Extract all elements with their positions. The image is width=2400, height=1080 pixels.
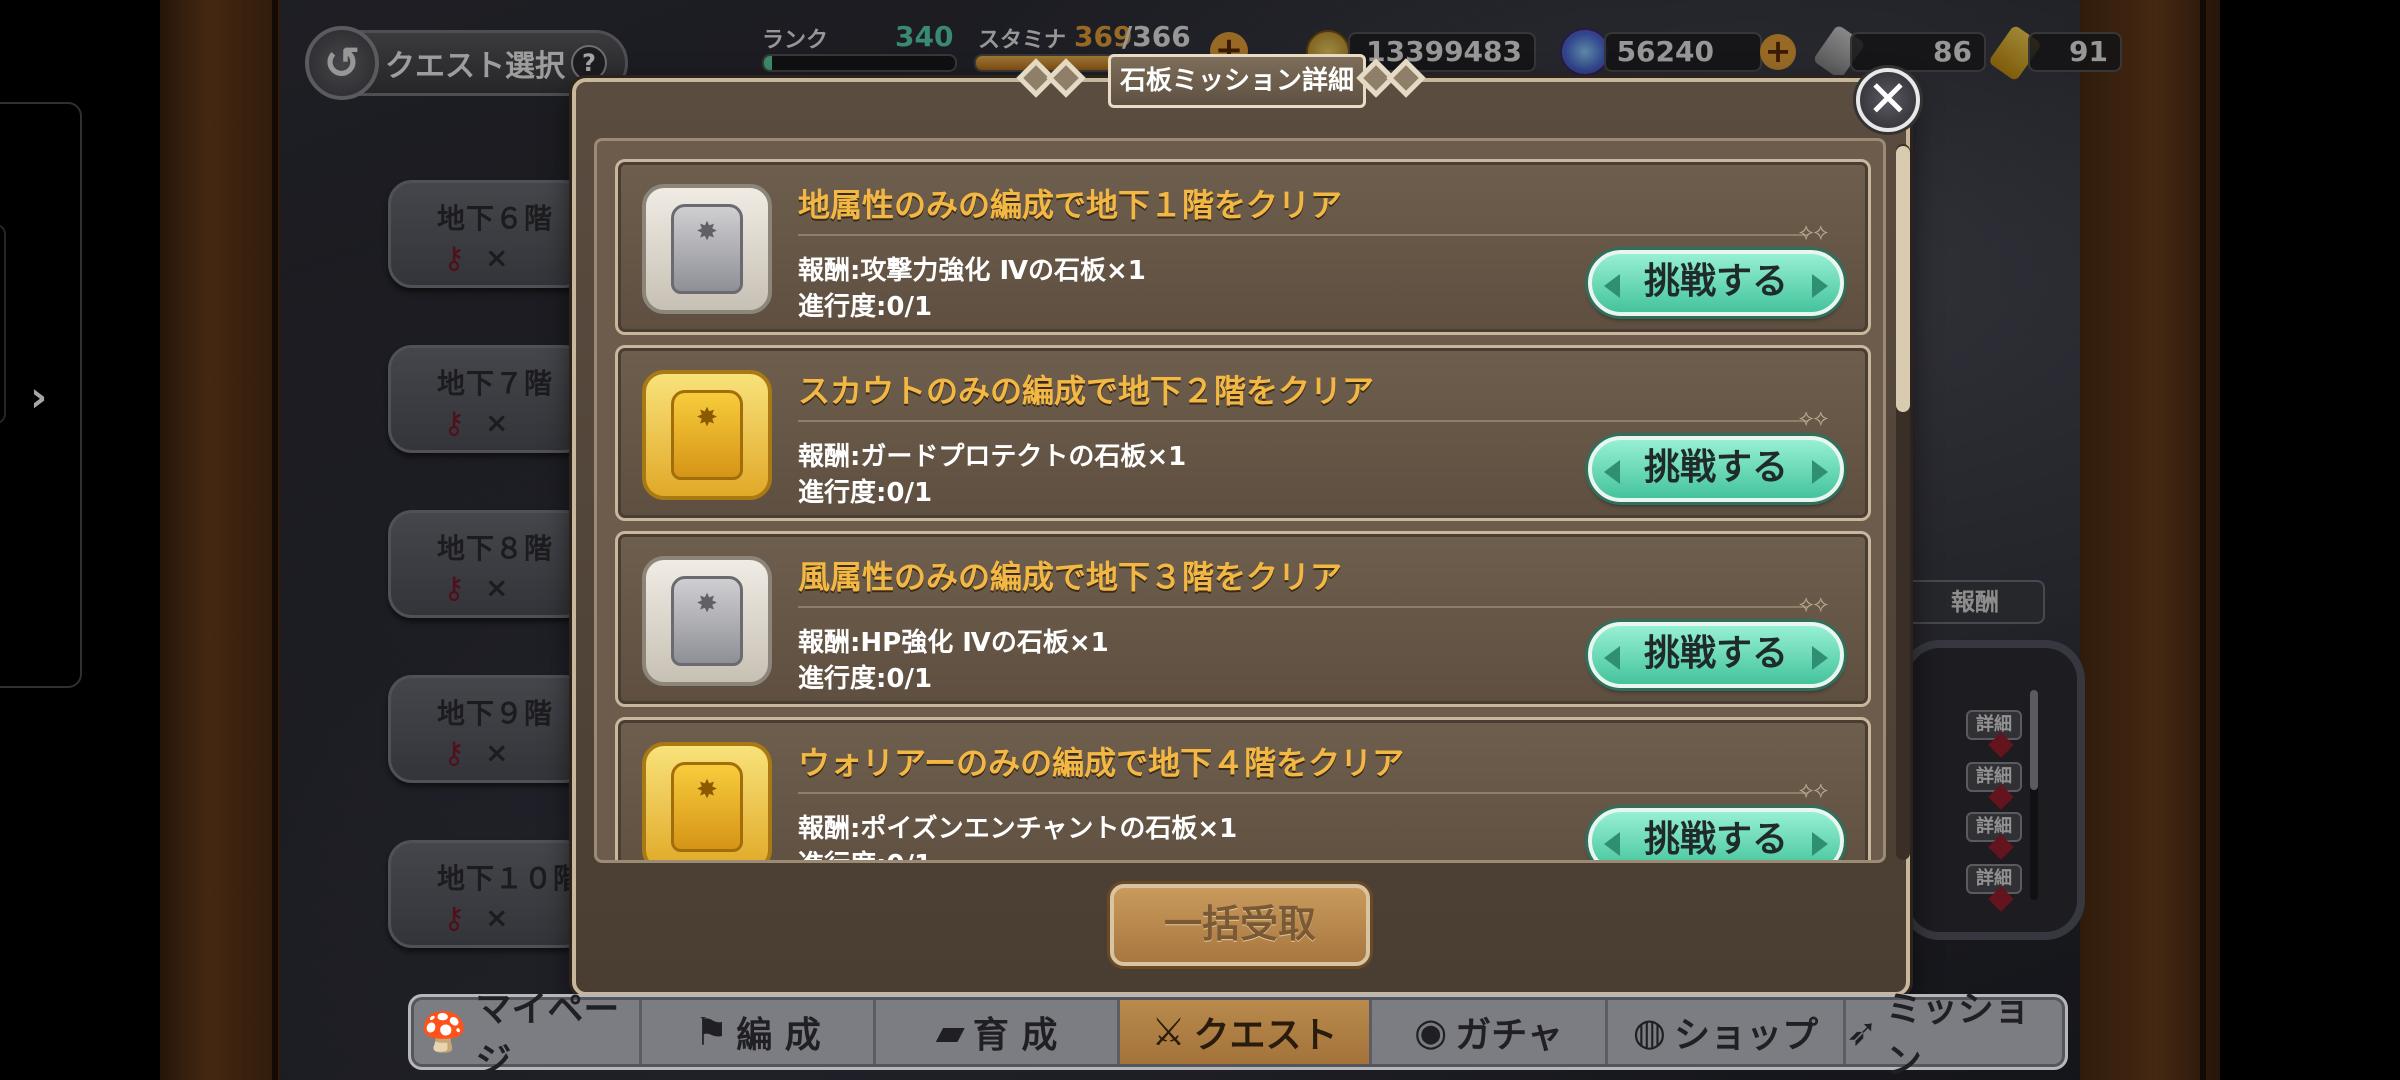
egg-icon: ◉ — [1414, 1010, 1448, 1054]
mission-list-scrollbar[interactable] — [1896, 144, 1910, 860]
nav-item-shop[interactable]: ◍ ショップ — [1608, 1000, 1846, 1064]
flag-icon: ⚑ — [694, 1010, 729, 1054]
challenge-button[interactable]: 挑戦する — [1588, 622, 1844, 688]
nav-item-quest[interactable]: ⚔ クエスト — [1120, 1000, 1372, 1064]
mission-progress: 進行度:0/1 — [798, 478, 933, 508]
title-ornament-left-icon — [1016, 58, 1112, 98]
mission-title: 風属性のみの編成で地下３階をクリア — [798, 558, 1343, 596]
mission-reward: 報酬:攻撃力強化 Ⅳの石板×1 — [798, 256, 1146, 286]
mission-reward: 報酬:ポイズンエンチャントの石板×1 — [798, 814, 1238, 844]
close-icon[interactable]: ✕ — [1856, 68, 1920, 132]
crossed-swords-icon: ⚔ — [1151, 1010, 1186, 1054]
mission-divider — [798, 792, 1808, 794]
slab-tablet: ✸ — [671, 390, 743, 480]
mission-title: 地属性のみの編成で地下１階をクリア — [798, 186, 1343, 224]
nav-item-label: ショップ — [1674, 1015, 1819, 1056]
nav-item-formation[interactable]: ⚑ 編 成 — [642, 1000, 876, 1064]
challenge-button[interactable]: 挑戦する — [1588, 808, 1844, 860]
mission-reward: 報酬:HP強化 Ⅳの石板×1 — [798, 628, 1109, 658]
mission-list[interactable]: ✸ 地属性のみの編成で地下１階をクリア ⟡⟡ 報酬:攻撃力強化 Ⅳの石板×1 進… — [594, 138, 1886, 863]
corner-ornament-icon: ⟡⟡ — [1798, 778, 1828, 803]
corner-ornament-icon: ⟡⟡ — [1798, 592, 1828, 617]
nav-item-label: 編 成 — [736, 1015, 821, 1056]
nav-item-mypage[interactable]: 🍄 マイページ — [420, 989, 642, 1080]
mushroom-icon: 🍄 — [420, 1009, 468, 1054]
mission-item: ✸ ウォリアーのみの編成で地下４階をクリア ⟡⟡ 報酬:ポイズンエンチャントの石… — [615, 717, 1871, 860]
mission-item: ✸ スカウトのみの編成で地下２階をクリア ⟡⟡ 報酬:ガードプロテクトの石板×1… — [615, 345, 1871, 521]
gold-slab-icon: ✸ — [642, 370, 772, 500]
challenge-button[interactable]: 挑戦する — [1588, 250, 1844, 316]
mission-list-scroll-thumb[interactable] — [1896, 146, 1910, 412]
nav-item-training[interactable]: ▰ 育 成 — [876, 1000, 1120, 1064]
mission-title: ウォリアーのみの編成で地下４階をクリア — [798, 744, 1405, 782]
challenge-button[interactable]: 挑戦する — [1588, 436, 1844, 502]
slab-star-icon: ✸ — [696, 589, 718, 619]
slab-tablet: ✸ — [671, 576, 743, 666]
bottom-navigation: 🍄 マイページ ⚑ 編 成 ▰ 育 成 ⚔ クエスト ◉ ガチャ ◍ ショップ … — [408, 989, 2068, 1080]
nav-item-label: ミッション — [1885, 989, 2030, 1080]
nav-item-mission[interactable]: ➶ ミッション — [1846, 989, 2056, 1080]
nav-item-label: クエスト — [1193, 1015, 1338, 1056]
nav-item-label: 育 成 — [972, 1015, 1058, 1056]
mission-divider — [798, 420, 1808, 422]
book-icon: ▰ — [935, 1010, 965, 1054]
mission-progress: 進行度:0/1 — [798, 664, 933, 694]
corner-ornament-icon: ⟡⟡ — [1798, 406, 1828, 431]
mission-progress: 進行度:0/1 — [798, 292, 933, 322]
collect-all-button[interactable]: 一括受取 — [1110, 884, 1370, 966]
slab-star-icon: ✸ — [696, 217, 718, 247]
mission-item: ✸ 風属性のみの編成で地下３階をクリア ⟡⟡ 報酬:HP強化 Ⅳの石板×1 進行… — [615, 531, 1871, 707]
slab-tablet: ✸ — [671, 762, 743, 852]
dialog-title-banner: 石板ミッション詳細 — [1016, 54, 1452, 110]
slab-star-icon: ✸ — [696, 775, 718, 805]
nav-item-label: マイページ — [475, 989, 620, 1080]
mission-progress: 進行度:0/1 — [798, 844, 932, 860]
mission-item: ✸ 地属性のみの編成で地下１階をクリア ⟡⟡ 報酬:攻撃力強化 Ⅳの石板×1 進… — [615, 159, 1871, 335]
corner-ornament-icon: ⟡⟡ — [1798, 220, 1828, 245]
bag-icon: ◍ — [1632, 1010, 1667, 1054]
nav-item-label: ガチャ — [1455, 1015, 1563, 1056]
nav-item-gacha[interactable]: ◉ ガチャ — [1372, 1000, 1608, 1064]
slab-star-icon: ✸ — [696, 403, 718, 433]
dialog-title: 石板ミッション詳細 — [1108, 54, 1366, 108]
silver-slab-icon: ✸ — [642, 184, 772, 314]
mission-divider — [798, 234, 1808, 236]
title-ornament-right-icon — [1356, 58, 1452, 98]
gold-slab-icon: ✸ — [642, 742, 772, 860]
slab-tablet: ✸ — [671, 204, 743, 294]
horn-icon: ➶ — [1846, 1010, 1878, 1054]
mission-title: スカウトのみの編成で地下２階をクリア — [798, 372, 1375, 410]
mission-divider — [798, 606, 1808, 608]
mission-reward: 報酬:ガードプロテクトの石板×1 — [798, 442, 1187, 472]
silver-slab-icon: ✸ — [642, 556, 772, 686]
